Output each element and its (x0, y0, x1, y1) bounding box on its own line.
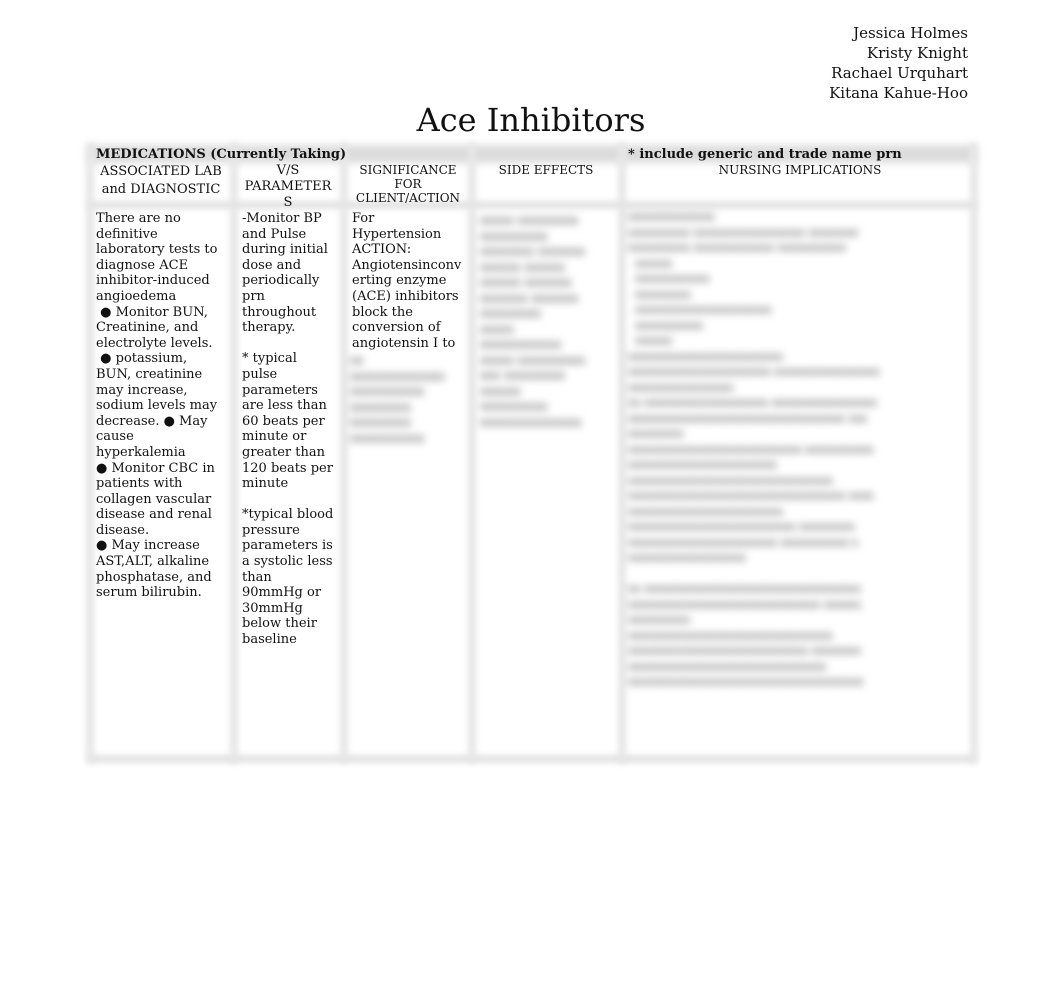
medications-note: * include generic and trade name prn (628, 147, 902, 162)
table-bottom-border (88, 755, 976, 763)
cell-significance: For Hypertension ACTION: Angiotensinconv… (352, 211, 462, 351)
column-header-side-effects: SIDE EFFECTS (498, 163, 594, 177)
cell-side-effects-obscured: xxxxx xxxxxxxxx xxxxxxxxxx xxxxxxxx xxxx… (480, 213, 586, 429)
column-header-nursing: NURSING IMPLICATIONS (718, 163, 882, 177)
medication-table: MEDICATIONS (Currently Taking) * include… (86, 143, 978, 763)
author-name: Jessica Holmes (853, 24, 968, 42)
cell-nursing-implications-obscured: xxxxxxxxxxxxxx xxxxxxxxxx xxxxxxxxxxxxxx… (628, 210, 880, 688)
document-title: Ace Inhibitors (416, 101, 646, 139)
author-list: Jessica Holmes Kristy Knight Rachael Urq… (829, 23, 968, 103)
column-header-lab: ASSOCIATED LAB and DIAGNOSTIC (100, 164, 222, 197)
medications-label: MEDICATIONS (Currently Taking) (96, 147, 347, 162)
cell-significance-obscured: xx xxxxxxxxxxxxxx xxxxxxxxxxx xxxxxxxxx … (350, 353, 445, 445)
column-divider (618, 143, 626, 763)
table-left-border (86, 143, 94, 763)
column-header-vs: V/S PARAMETER S (244, 163, 332, 210)
column-header-significance: SIGNIFICANCE FOR CLIENT/ACTION (355, 163, 461, 205)
header-divider (88, 201, 976, 209)
cell-vs-parameters: -Monitor BP and Pulse during initial dos… (242, 211, 334, 648)
column-divider (230, 143, 238, 763)
table-right-border (970, 143, 978, 763)
author-name: Rachael Urquhart (831, 64, 968, 82)
author-name: Kristy Knight (866, 44, 968, 62)
cell-lab-diagnostic: There are no definitive laboratory tests… (96, 211, 218, 601)
